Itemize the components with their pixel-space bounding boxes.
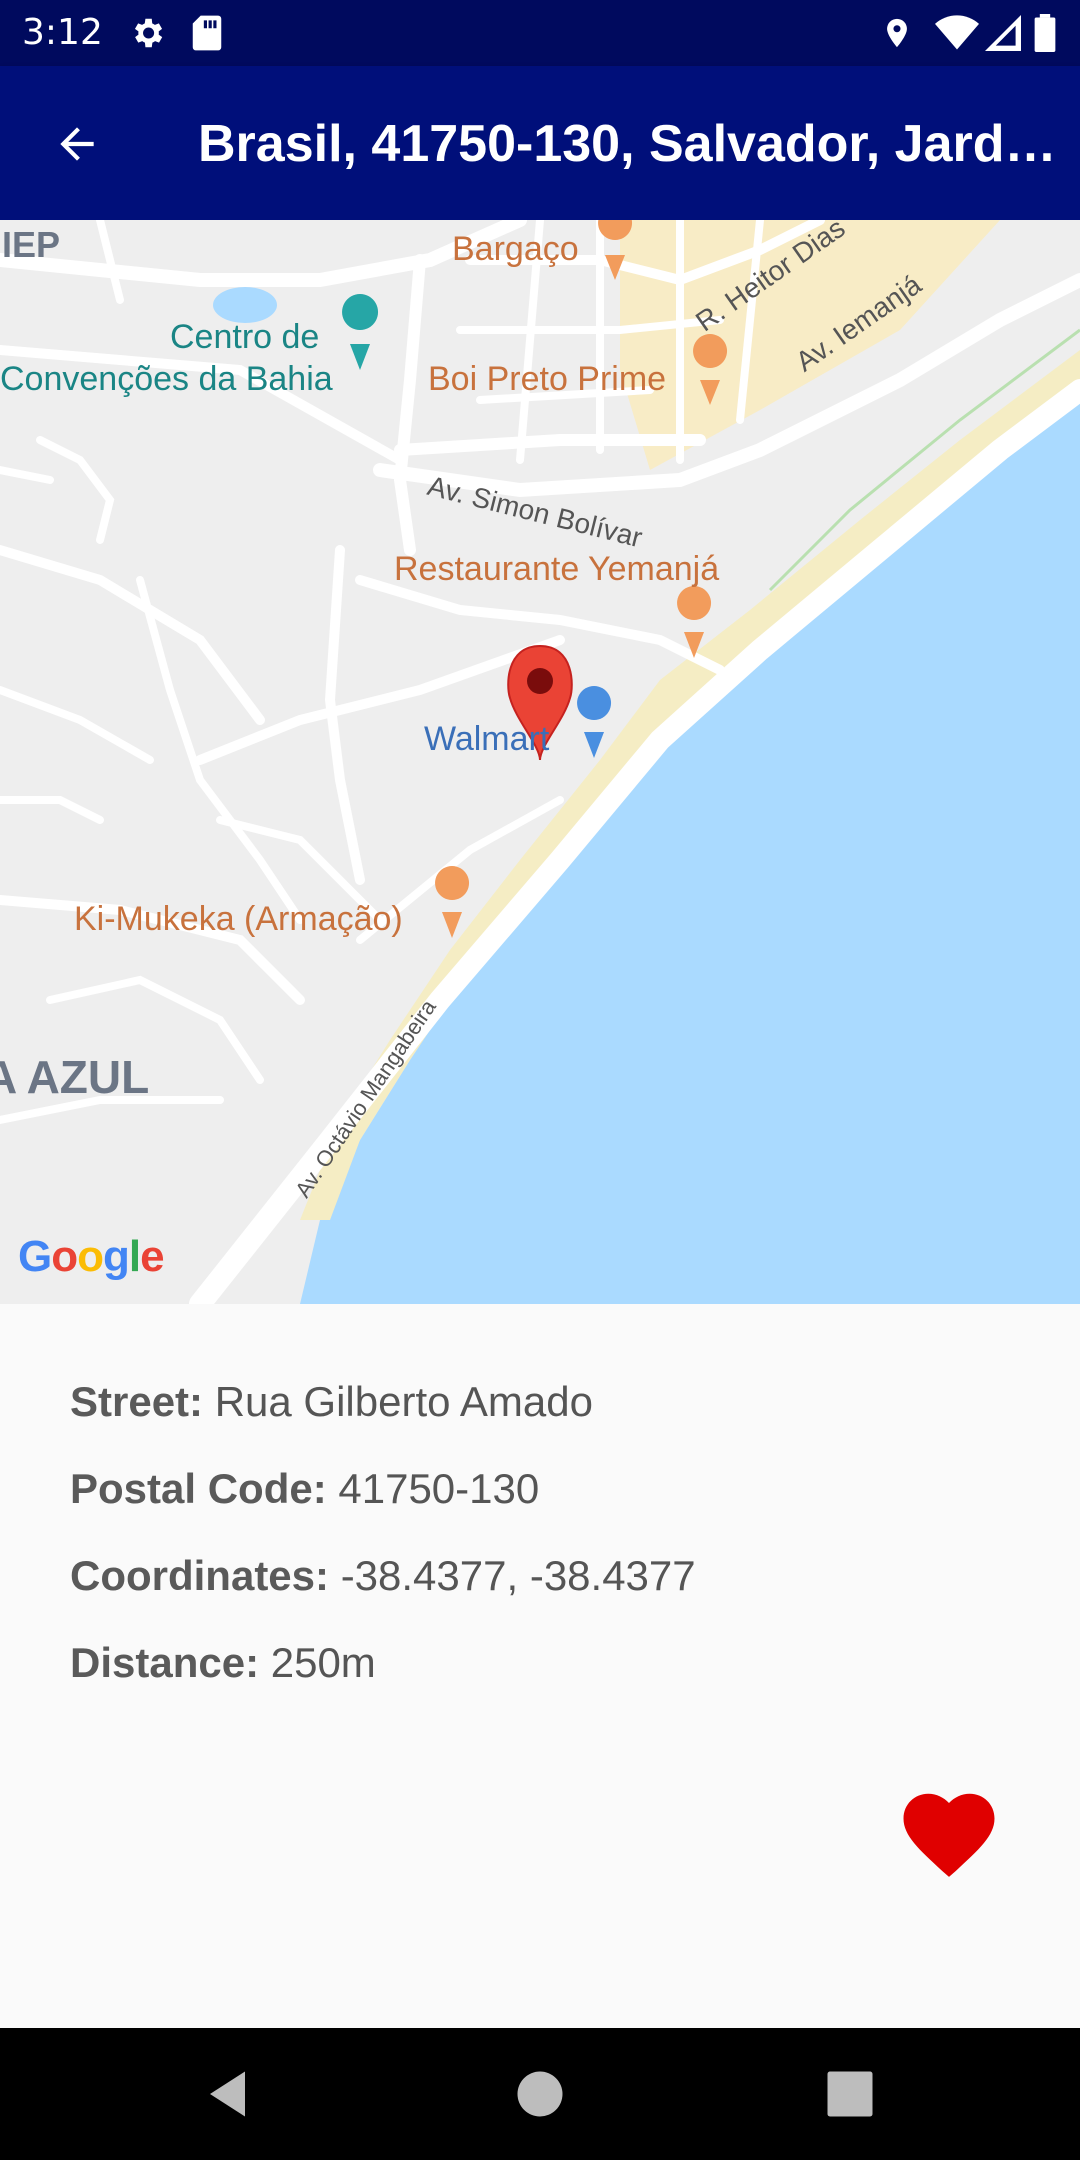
map-view[interactable]: IEP Bargaço Centro de Convenções da Bahi… [0, 220, 1080, 1304]
back-button[interactable] [34, 111, 120, 177]
home-circle-icon[interactable] [510, 2064, 570, 2124]
map-label-walmart: Walmart [424, 720, 550, 758]
map-label-bargaco: Bargaço [452, 230, 579, 268]
distance-label: Distance: [70, 1639, 260, 1686]
map-label-centro: Centro de Convenções da Bahia [0, 316, 333, 400]
page-title: Brasil, 41750-130, Salvador, Jardim Arma… [198, 115, 1060, 173]
google-logo: Google [18, 1232, 165, 1281]
distance-row: Distance: 250m [70, 1639, 1010, 1726]
address-details: Street: Rua Gilberto Amado Postal Code: … [70, 1378, 1010, 1726]
location-icon [880, 14, 914, 57]
map-label-centro-line1: Centro de [170, 318, 320, 356]
wifi-icon [935, 14, 979, 57]
street-label: Street: [70, 1378, 204, 1425]
battery-icon [1034, 14, 1056, 57]
postal-code-label: Postal Code: [70, 1465, 327, 1512]
map-label-area: A AZUL [0, 1051, 150, 1103]
status-time: 3:12 [22, 12, 103, 53]
street-row: Street: Rua Gilberto Amado [70, 1378, 1010, 1465]
favorite-button[interactable] [896, 1780, 1002, 1880]
postal-code-row: Postal Code: 41750-130 [70, 1465, 1010, 1552]
arrow-back-icon [34, 127, 102, 173]
map-label-ki-mukeka: Ki-Mukeka (Armação) [74, 900, 403, 938]
gear-icon [128, 14, 166, 57]
map-label-iep: IEP [2, 224, 61, 265]
heart-icon [896, 1793, 1002, 1884]
navigation-bar [0, 2028, 1080, 2160]
back-triangle-icon[interactable] [200, 2064, 260, 2124]
coordinates-label: Coordinates: [70, 1552, 330, 1599]
recents-square-icon[interactable] [820, 2064, 880, 2124]
coordinates-row: Coordinates: -38.4377, -38.4377 [70, 1552, 1010, 1639]
distance-value: 250m [270, 1639, 376, 1686]
street-value: Rua Gilberto Amado [214, 1378, 593, 1425]
sd-card-icon [190, 14, 224, 57]
map-label-centro-line2: Convenções da Bahia [0, 360, 333, 398]
coordinates-value: -38.4377, -38.4377 [340, 1552, 696, 1599]
signal-icon [985, 14, 1021, 57]
map-label-yemanja: Restaurante Yemanjá [394, 550, 720, 588]
app-bar: Brasil, 41750-130, Salvador, Jardim Arma… [0, 66, 1080, 220]
map-label-boi-preto: Boi Preto Prime [428, 360, 667, 398]
postal-code-value: 41750-130 [338, 1465, 540, 1512]
status-bar: 3:12 [0, 0, 1080, 66]
